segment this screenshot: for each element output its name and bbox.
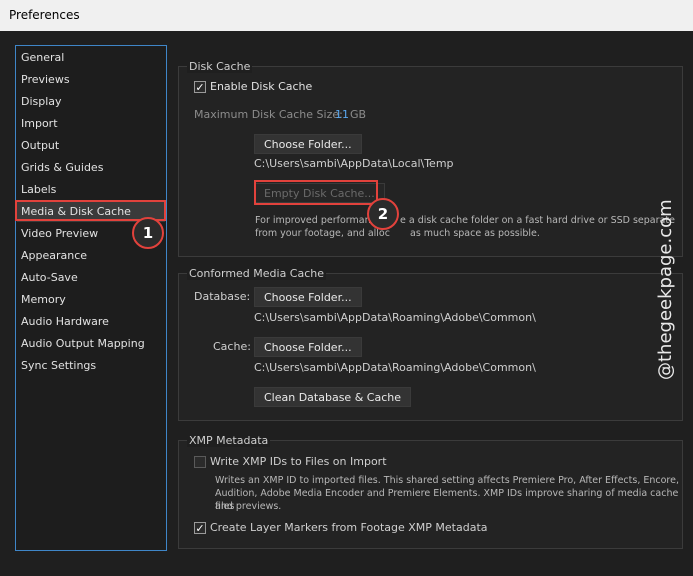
disk-cache-path: C:\Users\sambi\AppData\Local\Temp	[254, 157, 454, 170]
empty-cache-highlight	[254, 180, 378, 205]
create-layer-markers-label: Create Layer Markers from Footage XMP Me…	[210, 521, 488, 534]
xmp-description-line2: Audition, Adobe Media Encoder and Premie…	[215, 488, 679, 512]
cache-path: C:\Users\sambi\AppData\Roaming\Adobe\Com…	[254, 361, 536, 374]
sidebar-item-output[interactable]: Output	[17, 135, 165, 156]
enable-disk-cache-label: Enable Disk Cache	[210, 80, 313, 93]
window-title: Preferences	[9, 8, 80, 22]
disk-cache-info-line2-end: as much space as possible.	[410, 228, 540, 239]
enable-disk-cache-checkbox[interactable]: ✓	[194, 81, 206, 93]
sidebar-item-general[interactable]: General	[17, 47, 165, 68]
max-disk-cache-unit: GB	[350, 108, 367, 121]
disk-cache-info-line1-end: e a disk cache folder on a fast hard dri…	[400, 215, 675, 226]
cache-choose-folder-button[interactable]: Choose Folder...	[254, 337, 362, 357]
max-disk-cache-value[interactable]: 11	[335, 108, 349, 121]
database-path: C:\Users\sambi\AppData\Roaming\Adobe\Com…	[254, 311, 536, 324]
xmp-description-line3: and previews.	[215, 501, 282, 512]
create-layer-markers-checkbox[interactable]: ✓	[194, 522, 206, 534]
max-disk-cache-label: Maximum Disk Cache Size:	[194, 108, 343, 121]
sidebar-item-previews[interactable]: Previews	[17, 69, 165, 90]
clean-database-cache-button[interactable]: Clean Database & Cache	[254, 387, 411, 407]
sidebar-item-memory[interactable]: Memory	[17, 289, 165, 310]
cache-label: Cache:	[213, 340, 251, 353]
xmp-description-line1: Writes an XMP ID to imported files. This…	[215, 475, 679, 486]
xmp-metadata-title: XMP Metadata	[187, 434, 271, 447]
disk-cache-title: Disk Cache	[187, 60, 253, 73]
step-badge-1: 1	[132, 217, 164, 249]
write-xmp-ids-label: Write XMP IDs to Files on Import	[210, 455, 387, 468]
conformed-media-cache-title: Conformed Media Cache	[187, 267, 327, 280]
sidebar-item-sync-settings[interactable]: Sync Settings	[17, 355, 165, 376]
sidebar-item-audio-output-mapping[interactable]: Audio Output Mapping	[17, 333, 165, 354]
write-xmp-ids-checkbox[interactable]	[194, 456, 206, 468]
sidebar-item-grids-guides[interactable]: Grids & Guides	[17, 157, 165, 178]
sidebar-item-display[interactable]: Display	[17, 91, 165, 112]
sidebar-item-audio-hardware[interactable]: Audio Hardware	[17, 311, 165, 332]
watermark-text: @thegeekpage.com	[655, 199, 676, 380]
sidebar-item-auto-save[interactable]: Auto-Save	[17, 267, 165, 288]
sidebar-item-import[interactable]: Import	[17, 113, 165, 134]
step-badge-2: 2	[367, 198, 399, 230]
database-label: Database:	[194, 290, 251, 303]
choose-folder-button[interactable]: Choose Folder...	[254, 134, 362, 154]
sidebar-item-labels[interactable]: Labels	[17, 179, 165, 200]
preferences-sidebar: General Previews Display Import Output G…	[15, 45, 167, 551]
disk-cache-info-line2-start: from your footage, and alloc	[255, 228, 390, 239]
title-bar: Preferences	[0, 0, 693, 31]
database-choose-folder-button[interactable]: Choose Folder...	[254, 287, 362, 307]
disk-cache-info-line1-start: For improved performanc	[255, 215, 376, 226]
